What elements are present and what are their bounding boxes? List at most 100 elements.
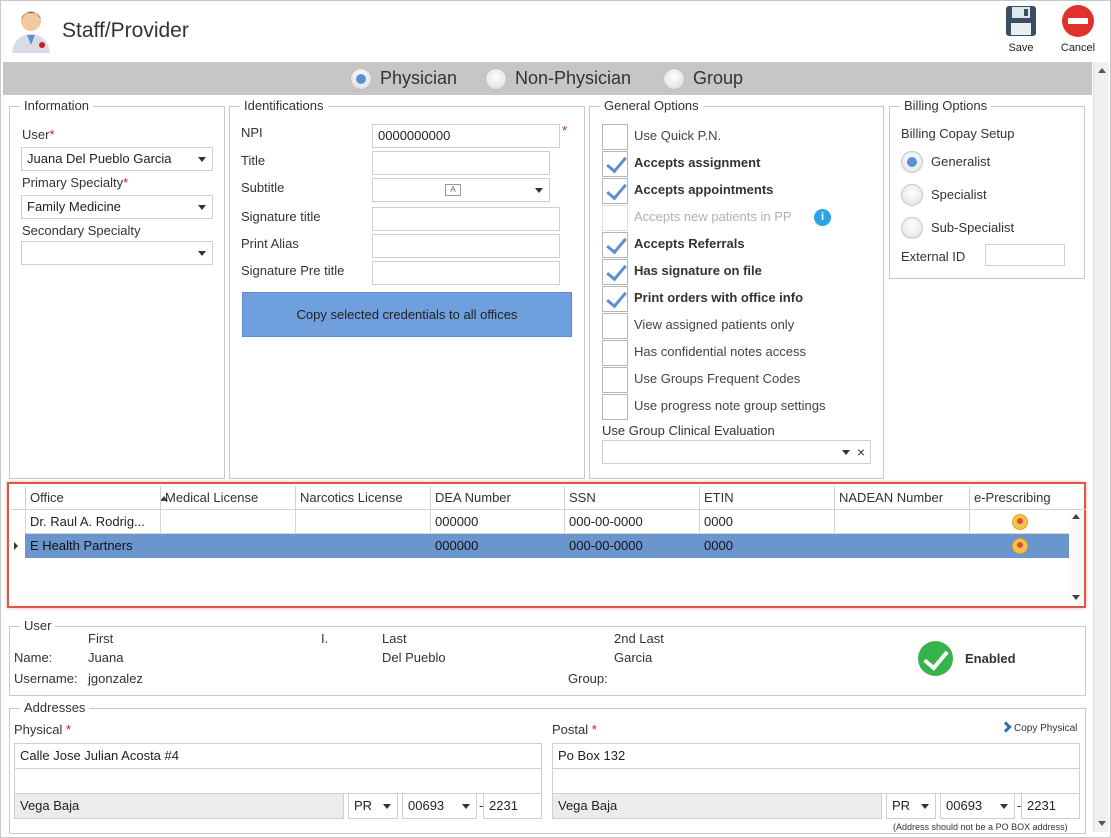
option-checkbox-row[interactable]: Print orders with office info bbox=[602, 286, 832, 312]
postal-line1-input[interactable]: Po Box 132 bbox=[552, 743, 1080, 769]
checkbox[interactable] bbox=[602, 205, 628, 231]
scroll-down-icon[interactable] bbox=[1072, 595, 1080, 600]
user-legend: User bbox=[20, 618, 56, 633]
primary-specialty-select[interactable]: Family Medicine bbox=[21, 195, 213, 219]
col-header-narcotics-license[interactable]: Narcotics License bbox=[295, 486, 430, 510]
checkbox-checked[interactable] bbox=[602, 286, 628, 312]
radio-non-physician[interactable]: Non-Physician bbox=[485, 67, 640, 91]
physical-city-input[interactable]: Vega Baja bbox=[14, 793, 344, 819]
col-header-ssn[interactable]: SSN bbox=[564, 486, 699, 510]
signature-title-label: Signature title bbox=[241, 209, 321, 224]
grid-scrollbar[interactable] bbox=[1069, 510, 1082, 604]
cell-medical-license bbox=[160, 510, 295, 534]
checkbox-checked[interactable] bbox=[602, 259, 628, 285]
option-checkbox-row[interactable]: Has signature on file bbox=[602, 259, 832, 285]
checkbox[interactable] bbox=[602, 394, 628, 420]
secondary-specialty-select[interactable] bbox=[21, 241, 213, 265]
checkbox-checked[interactable] bbox=[602, 232, 628, 258]
info-icon[interactable]: i bbox=[814, 209, 831, 226]
provider-type-bar: Physician Non-Physician Group bbox=[3, 62, 1092, 95]
radio-group[interactable]: Group bbox=[663, 67, 753, 91]
checkbox-checked[interactable] bbox=[602, 151, 628, 177]
checkbox-checked[interactable] bbox=[602, 178, 628, 204]
main-scrollbar[interactable] bbox=[1093, 62, 1109, 832]
option-checkbox-row[interactable]: Accepts assignment bbox=[602, 151, 832, 177]
status-badge: Enabled bbox=[965, 651, 1016, 666]
print-alias-input[interactable] bbox=[372, 234, 560, 258]
copy-physical-label: Copy Physical bbox=[1014, 723, 1078, 734]
physical-line1-input[interactable]: Calle Jose Julian Acosta #4 bbox=[14, 743, 542, 769]
option-label: Accepts assignment bbox=[634, 155, 761, 170]
physical-state-select[interactable]: PR bbox=[348, 793, 398, 819]
user-select[interactable]: Juana Del Pueblo Garcia bbox=[21, 147, 213, 171]
check-circle-icon bbox=[918, 641, 953, 676]
print-alias-label: Print Alias bbox=[241, 236, 299, 251]
radio-sub-specialist-label: Sub-Specialist bbox=[931, 220, 1015, 235]
col-header-e-prescribing[interactable]: e-Prescribing bbox=[969, 486, 1071, 510]
cell-etin: 0000 bbox=[699, 510, 834, 534]
cell-narcotics-license bbox=[295, 534, 430, 558]
checkbox[interactable] bbox=[602, 313, 628, 339]
signature-pre-title-label: Signature Pre title bbox=[241, 263, 345, 278]
physical-zip-select[interactable]: 00693 bbox=[402, 793, 477, 819]
external-id-input[interactable] bbox=[985, 244, 1065, 266]
radio-generalist[interactable]: Generalist bbox=[901, 151, 1011, 173]
warning-icon[interactable] bbox=[1012, 514, 1028, 530]
signature-pre-title-input[interactable] bbox=[372, 261, 560, 285]
radio-physician[interactable]: Physician bbox=[350, 67, 470, 91]
subtitle-select[interactable]: A bbox=[372, 178, 550, 202]
po-box-note: (Address should not be a PO BOX address) bbox=[893, 822, 1068, 832]
col-header-medical-license[interactable]: Medical License bbox=[160, 486, 295, 510]
col-header-etin[interactable]: ETIN bbox=[699, 486, 834, 510]
option-label: Print orders with office info bbox=[634, 290, 804, 305]
copy-physical-button[interactable]: Copy Physical bbox=[1000, 721, 1078, 734]
col-header-nadean-number[interactable]: NADEAN Number bbox=[834, 486, 969, 510]
cell-ssn: 000-00-0000 bbox=[564, 510, 699, 534]
cell-e-prescribing bbox=[969, 510, 1071, 534]
general-options-legend: General Options bbox=[600, 98, 703, 113]
scroll-up-icon[interactable] bbox=[1072, 514, 1080, 519]
username-label: Username: bbox=[14, 671, 78, 686]
table-row-selected[interactable]: E Health Partners 000000 000-00-0000 000… bbox=[11, 534, 1073, 558]
signature-title-input[interactable] bbox=[372, 207, 560, 231]
checkbox[interactable] bbox=[602, 124, 628, 150]
option-checkbox-row[interactable]: Accepts new patients in PP bbox=[602, 205, 832, 231]
table-row[interactable]: Dr. Raul A. Rodrig... 000000 000-00-0000… bbox=[11, 510, 1073, 534]
postal-line2-input[interactable] bbox=[552, 768, 1080, 794]
option-label: Use progress note group settings bbox=[634, 398, 826, 413]
option-checkbox-row[interactable]: Use Groups Frequent Codes bbox=[602, 367, 832, 393]
option-checkbox-row[interactable]: Use progress note group settings bbox=[602, 394, 832, 420]
clinical-eval-select[interactable]: × bbox=[602, 440, 871, 464]
postal-label: Postal * bbox=[552, 722, 597, 737]
title-input[interactable] bbox=[372, 151, 550, 175]
chevron-down-icon bbox=[198, 251, 206, 256]
postal-city-value: Vega Baja bbox=[558, 798, 618, 813]
postal-zip-select[interactable]: 00693 bbox=[940, 793, 1015, 819]
billing-options-legend: Billing Options bbox=[900, 98, 992, 113]
save-button[interactable]: Save bbox=[999, 4, 1043, 58]
col-header-dea-number[interactable]: DEA Number bbox=[430, 486, 564, 510]
postal-zip4-input[interactable]: 2231 bbox=[1021, 793, 1080, 819]
checkbox[interactable] bbox=[602, 367, 628, 393]
option-checkbox-row[interactable]: Accepts appointments bbox=[602, 178, 832, 204]
physical-line2-input[interactable] bbox=[14, 768, 542, 794]
option-checkbox-row[interactable]: View assigned patients only bbox=[602, 313, 832, 339]
postal-city-input[interactable]: Vega Baja bbox=[552, 793, 882, 819]
postal-state-select[interactable]: PR bbox=[886, 793, 936, 819]
option-checkbox-row[interactable]: Has confidential notes access bbox=[602, 340, 832, 366]
radio-specialist[interactable]: Specialist bbox=[901, 184, 1011, 206]
npi-input[interactable]: 0000000000 bbox=[372, 124, 560, 148]
username-value: jgonzalez bbox=[88, 671, 143, 686]
user-label: User* bbox=[22, 127, 55, 142]
physical-zip4-input[interactable]: 2231 bbox=[483, 793, 542, 819]
primary-specialty-value: Family Medicine bbox=[27, 199, 121, 214]
warning-icon[interactable] bbox=[1012, 538, 1028, 554]
option-checkbox-row[interactable]: Use Quick P.N. bbox=[602, 124, 832, 150]
copy-credentials-button[interactable]: Copy selected credentials to all offices bbox=[242, 292, 572, 337]
checkbox[interactable] bbox=[602, 340, 628, 366]
col-header-office[interactable]: Office bbox=[25, 486, 168, 510]
cancel-button[interactable]: Cancel bbox=[1056, 4, 1100, 58]
radio-sub-specialist[interactable]: Sub-Specialist bbox=[901, 217, 1031, 239]
option-checkbox-row[interactable]: Accepts Referrals bbox=[602, 232, 832, 258]
clear-icon[interactable]: × bbox=[857, 441, 865, 463]
